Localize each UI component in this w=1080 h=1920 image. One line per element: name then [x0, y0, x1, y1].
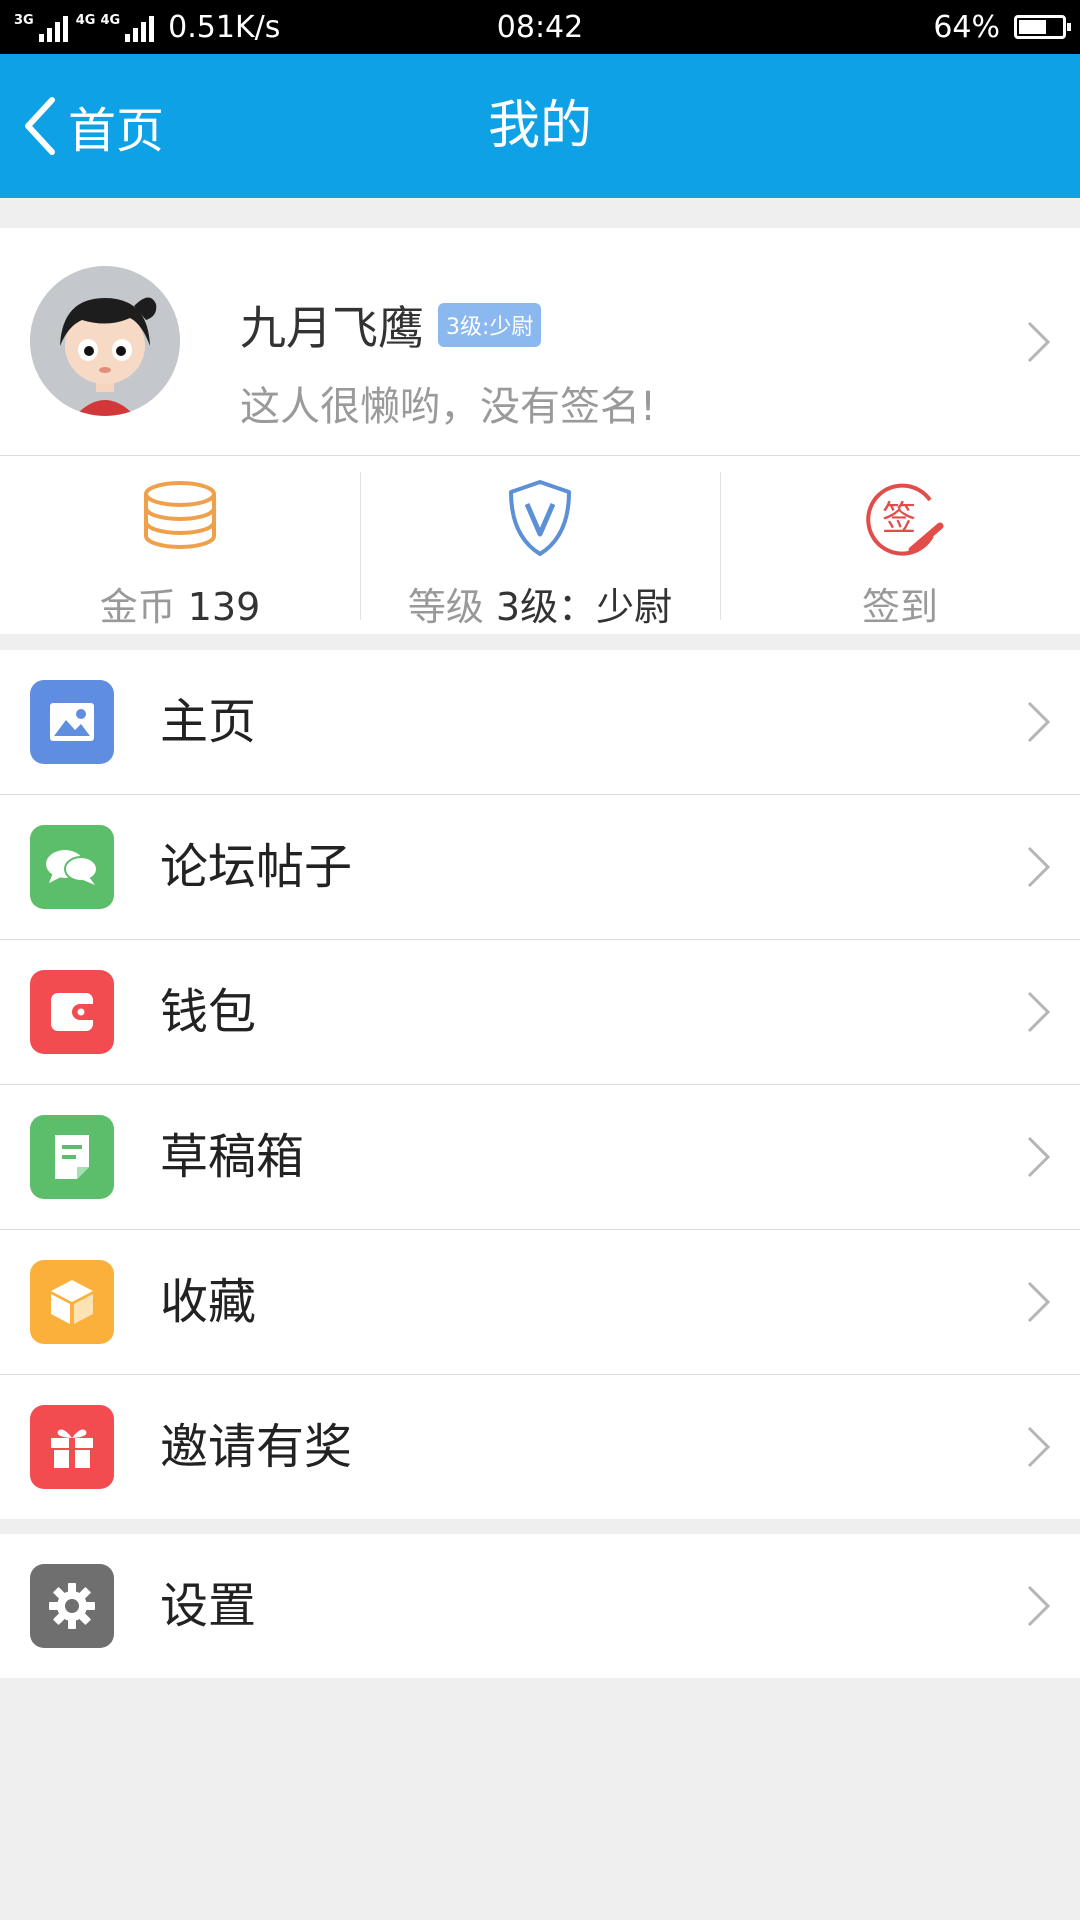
chevron-right-icon — [1027, 1426, 1051, 1468]
menu-item-wallet[interactable]: 钱包 — [0, 940, 1080, 1085]
menu-item-label: 草稿箱 — [160, 1129, 305, 1185]
level-label: 等级 — [407, 585, 484, 629]
settings-list: 设置 — [0, 1534, 1080, 1678]
checkin-icon-text: 签 — [882, 499, 916, 539]
shield-icon — [509, 480, 571, 556]
title-bar: 我的 首页 — [0, 54, 1080, 198]
menu-item-settings[interactable]: 设置 — [0, 1534, 1080, 1678]
gift-icon — [30, 1405, 114, 1489]
menu-list: 主页 论坛帖子 钱包 草稿箱 收藏 邀请有奖 — [0, 650, 1080, 1519]
chevron-right-icon — [1027, 701, 1051, 743]
avatar-image — [30, 266, 180, 416]
coins-value: 139 — [187, 585, 261, 629]
coins-icon — [144, 481, 216, 549]
checkin-label: 签到 — [861, 585, 938, 629]
chevron-right-icon — [1027, 1585, 1051, 1627]
draft-document-icon — [30, 1115, 114, 1199]
menu-item-label: 主页 — [160, 694, 257, 750]
chevron-right-icon — [1027, 846, 1051, 888]
menu-item-label: 收藏 — [160, 1274, 257, 1330]
signature: 这人很懒哟，没有签名! — [240, 384, 657, 430]
wallet-icon — [30, 970, 114, 1054]
menu-item-invite-rewards[interactable]: 邀请有奖 — [0, 1375, 1080, 1519]
back-button[interactable]: 首页 — [20, 54, 164, 198]
menu-item-forum-posts[interactable]: 论坛帖子 — [0, 795, 1080, 940]
chevron-right-icon — [1027, 991, 1051, 1033]
menu-item-homepage[interactable]: 主页 — [0, 650, 1080, 795]
checkin-stamp-icon: 签 — [866, 483, 944, 556]
coins-stat[interactable]: 金币 139 — [0, 456, 360, 634]
menu-item-label: 设置 — [160, 1578, 257, 1634]
battery-percent: 64% — [933, 9, 1000, 45]
menu-item-label: 论坛帖子 — [160, 839, 353, 895]
username-row: 九月飞鹰 3级:少尉 — [240, 292, 542, 358]
battery-icon — [1014, 15, 1071, 39]
coins-label: 金币 — [99, 585, 176, 629]
profile-card[interactable]: 九月飞鹰 3级:少尉 这人很懒哟，没有签名! — [0, 228, 1080, 456]
box-icon — [30, 1260, 114, 1344]
stats-row: 金币 139 等级 3级：少尉 签 签到 — [0, 456, 1080, 634]
battery-level — [1019, 20, 1046, 34]
checkin-stat[interactable]: 签 签到 — [720, 456, 1080, 634]
chevron-right-icon — [1027, 1281, 1051, 1323]
clock: 08:42 — [496, 10, 584, 45]
level-stat[interactable]: 等级 3级：少尉 — [360, 456, 720, 634]
chat-bubbles-icon — [30, 825, 114, 909]
level-value: 3级：少尉 — [495, 585, 673, 629]
chevron-left-icon — [25, 97, 55, 155]
menu-item-label: 钱包 — [160, 984, 257, 1040]
status-bar-right: 64% — [933, 0, 1071, 54]
back-label: 首页 — [68, 103, 165, 159]
chevron-right-icon — [1027, 1136, 1051, 1178]
level-badge: 3级:少尉 — [438, 303, 542, 347]
username: 九月飞鹰 — [240, 301, 424, 355]
chevron-right-icon — [1027, 321, 1051, 363]
menu-item-favorites[interactable]: 收藏 — [0, 1230, 1080, 1375]
image-icon — [30, 680, 114, 764]
status-bar: 3G 4G 4G 0.51K/s 08:42 64% — [0, 0, 1080, 54]
gear-icon — [30, 1564, 114, 1648]
menu-item-drafts[interactable]: 草稿箱 — [0, 1085, 1080, 1230]
avatar[interactable] — [30, 266, 180, 416]
menu-item-label: 邀请有奖 — [160, 1419, 353, 1475]
